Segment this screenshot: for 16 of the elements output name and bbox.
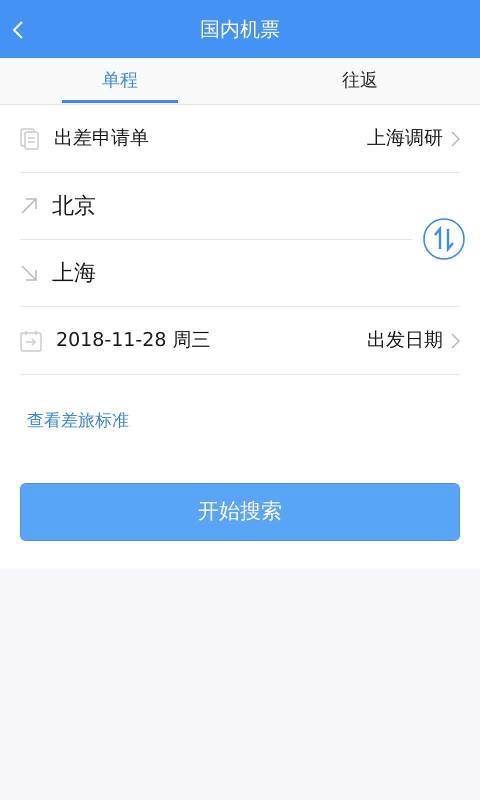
chevron-right-icon [451,332,460,348]
trip-request-value[interactable]: 上海调研 [367,124,443,153]
departure-date-label: 出发日期 [367,328,443,354]
document-icon [20,128,40,150]
chevron-right-icon [451,130,460,146]
trip-request-label: 出差申请单 [54,126,149,152]
back-icon[interactable] [12,20,24,40]
travel-policy-link[interactable]: 查看差旅标准 [27,409,129,434]
calendar-icon [20,330,42,352]
arrival-city[interactable]: 上海 [52,256,96,290]
page-title: 国内机票 [200,16,280,43]
departure-date[interactable]: 2018-11-28 周三 [56,326,210,355]
arrow-down-right-icon [20,264,38,282]
tab[interactable]: 往返 [302,59,418,103]
departure-city[interactable]: 北京 [52,190,96,222]
arrow-up-right-icon [20,197,38,215]
